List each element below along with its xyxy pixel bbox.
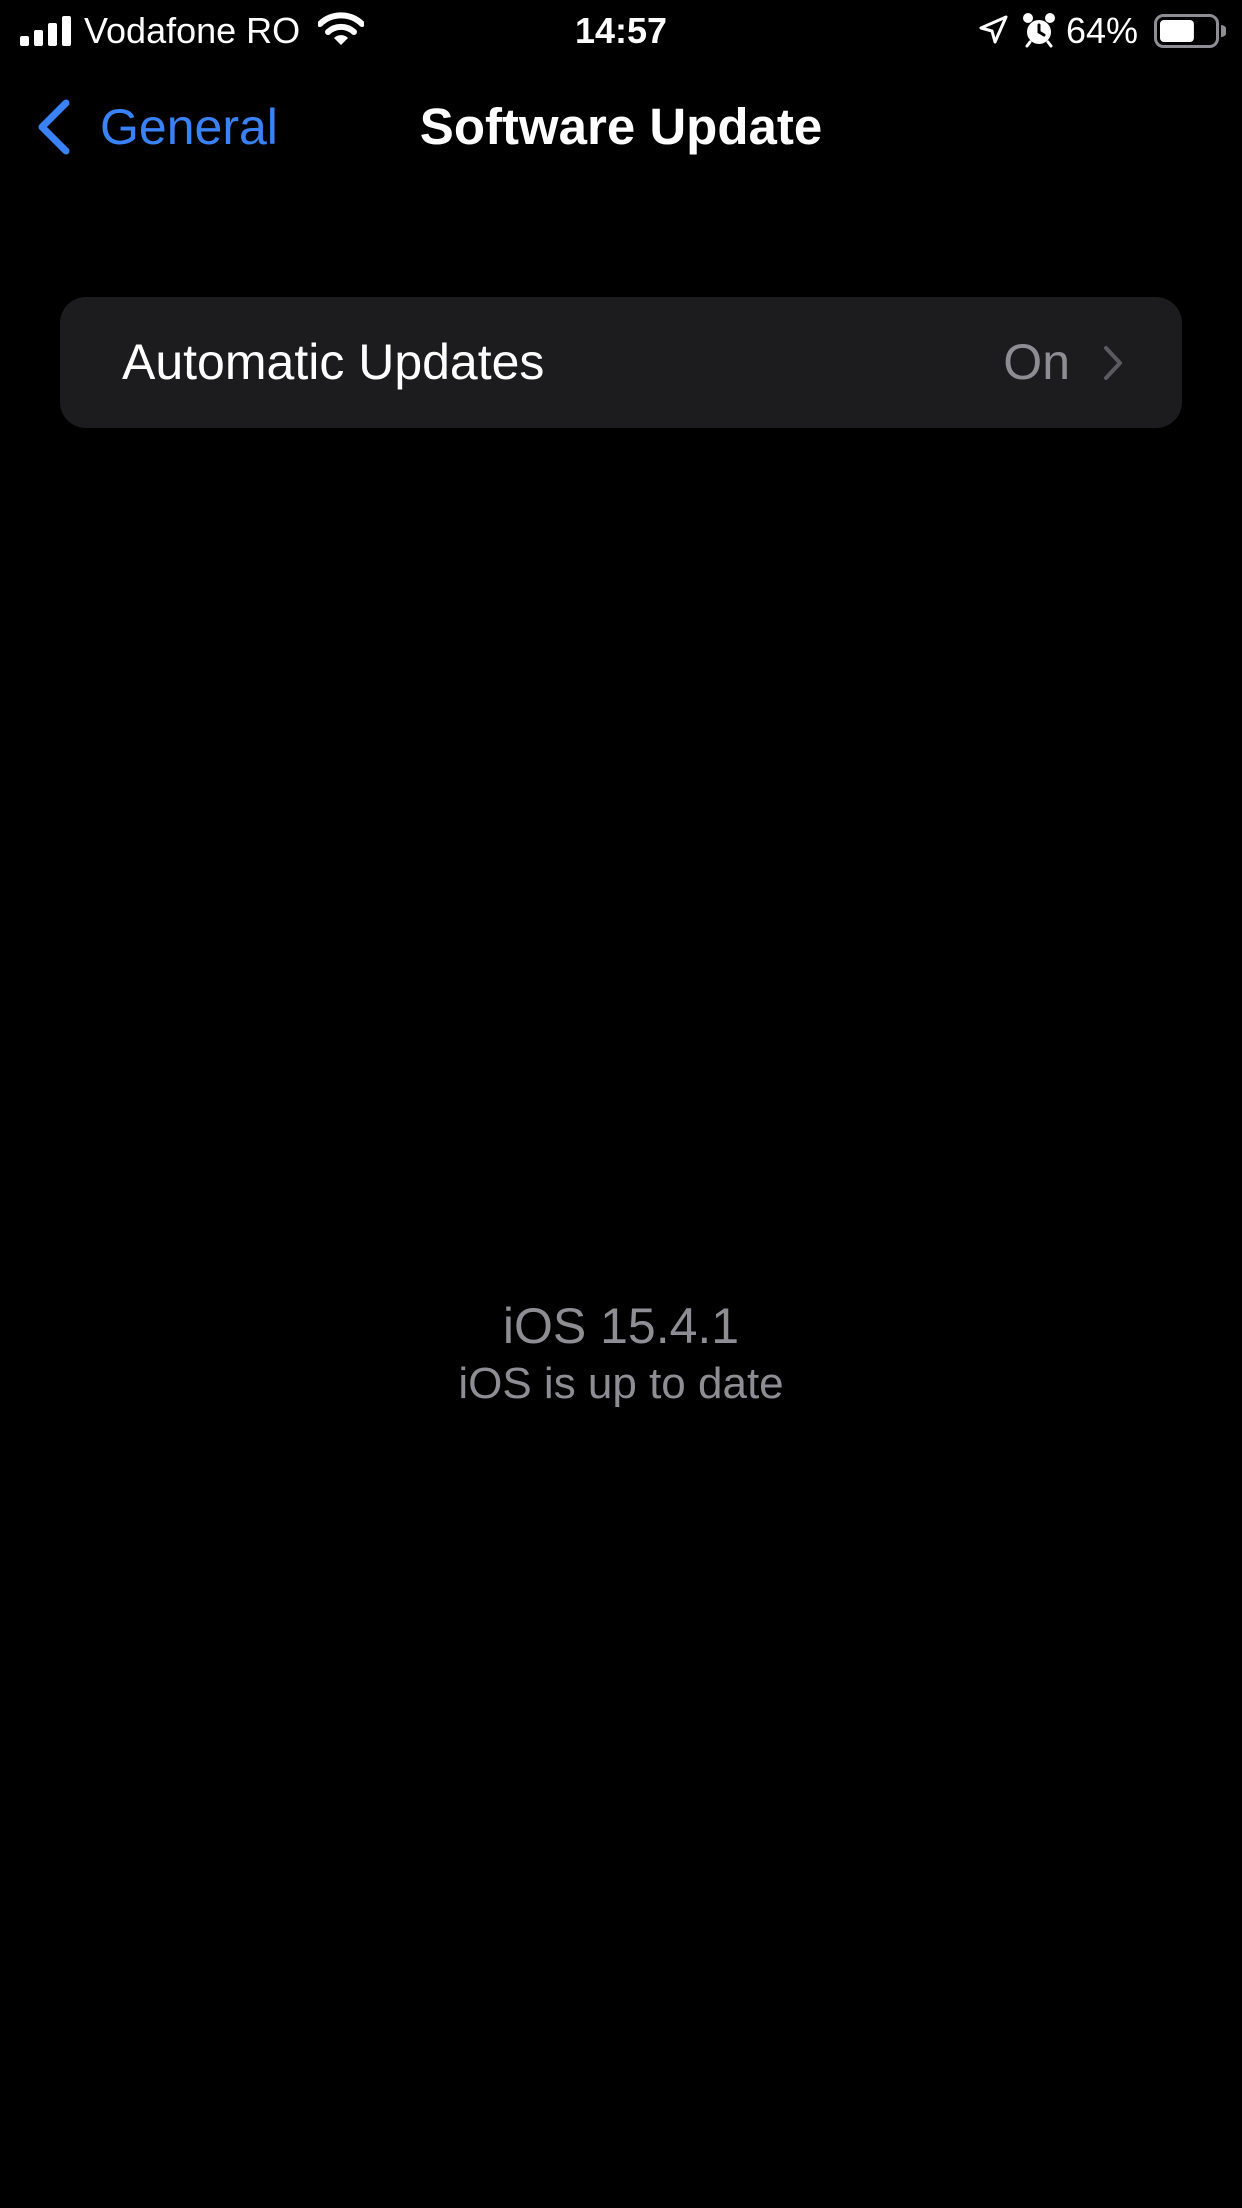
- chevron-right-icon: [1104, 346, 1122, 380]
- status-bar: Vodafone RO 14:57 64%: [0, 0, 1242, 62]
- alarm-icon: [1023, 13, 1055, 48]
- battery-icon: [1154, 14, 1226, 48]
- page-title: Software Update: [419, 98, 823, 155]
- settings-group: Automatic Updates On: [60, 297, 1182, 428]
- location-icon: [979, 15, 1008, 44]
- automatic-updates-label: Automatic Updates: [122, 334, 545, 390]
- ios-version: iOS 15.4.1: [502, 1298, 740, 1354]
- battery-percent: 64%: [1066, 10, 1139, 51]
- up-to-date-message: iOS is up to date: [458, 1359, 784, 1408]
- automatic-updates-row[interactable]: Automatic Updates On: [60, 297, 1182, 428]
- update-status: iOS 15.4.1 iOS is up to date: [0, 1296, 1242, 1412]
- automatic-updates-value: On: [1003, 334, 1070, 390]
